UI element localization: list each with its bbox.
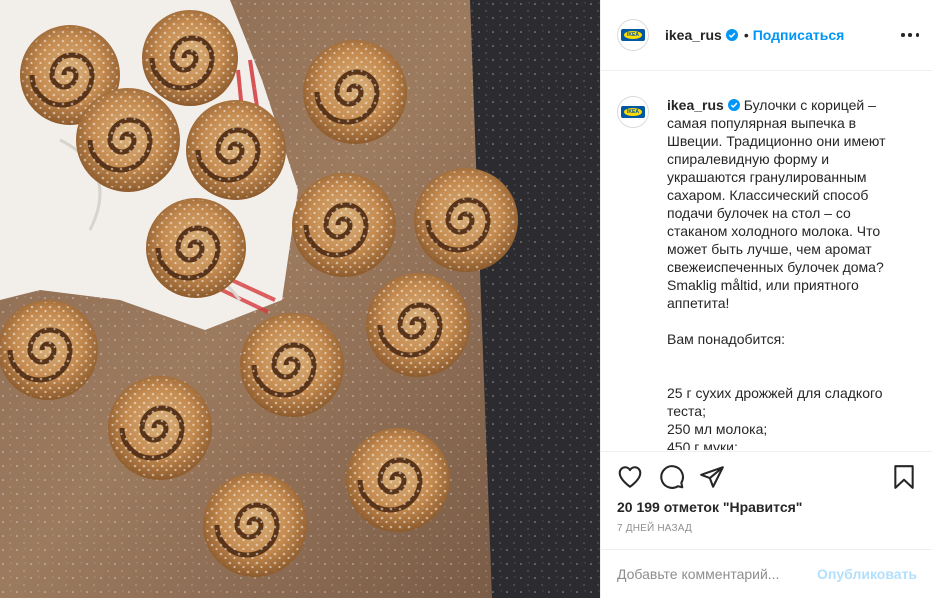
comment-icon[interactable] (659, 464, 685, 490)
instagram-post: IKEA ikea_rus • Подписаться IKEA ikea_ru… (0, 0, 932, 598)
post-comment-button[interactable]: Опубликовать (817, 566, 917, 582)
heart-icon[interactable] (617, 464, 643, 490)
bookmark-icon[interactable] (891, 464, 917, 490)
more-icon[interactable] (901, 26, 919, 44)
caption-text: Булочки с корицей – самая популярная вып… (667, 97, 886, 450)
caption-text-block: ikea_rus Булочки с корицей – самая попул… (667, 88, 907, 450)
avatar[interactable]: IKEA (617, 19, 649, 51)
caption-username[interactable]: ikea_rus (667, 97, 724, 113)
likes-count[interactable]: 20 199 отметок "Нравится" (617, 499, 802, 515)
caption-area: IKEA ikea_rus Булочки с корицей – самая … (601, 72, 932, 450)
action-icons (617, 464, 917, 490)
cinnamon-buns-image (0, 0, 600, 598)
ikea-logo: IKEA (621, 29, 645, 41)
comment-input[interactable] (617, 566, 818, 582)
username-link[interactable]: ikea_rus (665, 27, 722, 43)
post-header: IKEA ikea_rus • Подписаться (601, 0, 932, 71)
verified-icon (727, 99, 740, 111)
share-icon[interactable] (699, 464, 725, 490)
ikea-logo: IKEA (621, 106, 645, 118)
separator-dot: • (743, 27, 749, 43)
follow-button[interactable]: Подписаться (753, 27, 845, 43)
verified-icon (725, 29, 738, 41)
post-photo[interactable] (0, 0, 600, 598)
comment-bar: Опубликовать (601, 549, 932, 598)
caption-avatar[interactable]: IKEA (617, 96, 649, 128)
post-side-panel: IKEA ikea_rus • Подписаться IKEA ikea_ru… (600, 0, 932, 598)
post-timestamp[interactable]: 7 дней назад (617, 523, 692, 534)
